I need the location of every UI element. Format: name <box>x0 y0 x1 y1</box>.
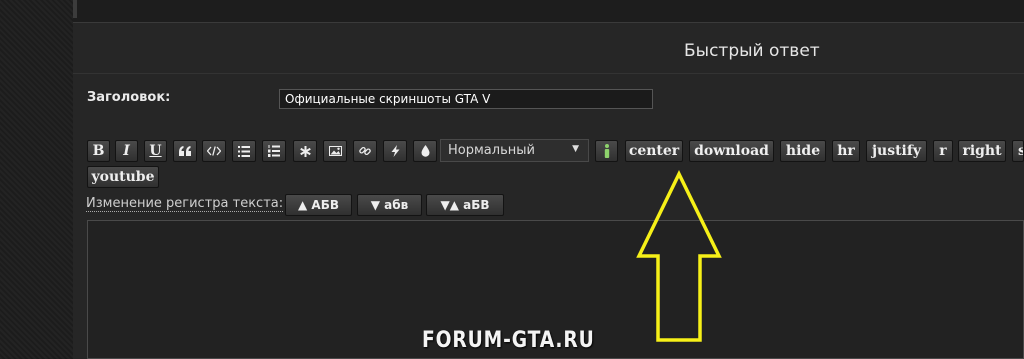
top-bar <box>73 0 1024 22</box>
uppercase-button[interactable]: ▲ АБВ <box>285 194 352 216</box>
youtube-button[interactable]: youtube <box>87 166 159 188</box>
image-button[interactable] <box>323 140 347 162</box>
flash-button[interactable] <box>383 140 407 162</box>
download-button[interactable]: download <box>689 140 774 162</box>
center-button[interactable]: center <box>625 140 683 162</box>
underline-button[interactable]: U <box>144 140 167 162</box>
s-button[interactable]: s <box>1012 140 1024 162</box>
hr-button[interactable]: hr <box>832 140 860 162</box>
bullet-list-button[interactable] <box>232 140 256 162</box>
font-size-select[interactable]: Нормальный ▼ <box>440 139 589 162</box>
case-change-label: Изменение регистра текста: <box>86 196 284 212</box>
numbered-list-icon <box>268 145 280 157</box>
info-icon <box>604 144 609 158</box>
page-background-strip <box>0 0 73 359</box>
asterisk-icon <box>299 145 311 157</box>
color-button[interactable] <box>413 140 437 162</box>
top-bar-tick <box>73 0 77 18</box>
invert-case-button[interactable]: ▼▲ аБВ <box>426 194 504 216</box>
link-icon <box>359 146 371 156</box>
link-button[interactable] <box>353 140 377 162</box>
quote-button[interactable] <box>173 140 197 162</box>
info-button[interactable] <box>595 140 618 162</box>
top-divider <box>73 22 1024 23</box>
yellow-arrow-annotation <box>636 170 722 342</box>
lowercase-button[interactable]: ▼ абв <box>357 194 422 216</box>
quick-reply-panel: Быстрый ответ Заголовок: B I U Нормальны… <box>73 0 1024 359</box>
r-button[interactable]: r <box>933 140 953 162</box>
subject-label: Заголовок: <box>87 90 171 105</box>
quick-reply-title: Быстрый ответ <box>684 41 820 61</box>
bold-icon: B <box>92 143 105 159</box>
justify-button[interactable]: justify <box>866 140 927 162</box>
numbered-list-button[interactable] <box>262 140 286 162</box>
bold-button[interactable]: B <box>87 140 110 162</box>
image-icon <box>328 146 342 156</box>
droplet-icon <box>421 145 429 157</box>
italic-icon: I <box>123 143 130 159</box>
list-item-button[interactable] <box>293 140 317 162</box>
font-size-value: Нормальный <box>448 143 535 158</box>
subject-input[interactable] <box>279 89 653 109</box>
watermark-text: FORUM-GTA.RU <box>422 328 595 353</box>
hide-button[interactable]: hide <box>780 140 826 162</box>
code-button[interactable] <box>202 140 226 162</box>
quote-icon <box>179 146 191 156</box>
code-icon <box>207 146 221 156</box>
bullet-list-icon <box>238 145 250 157</box>
dropdown-arrow-icon: ▼ <box>572 144 579 154</box>
title-divider <box>73 73 1024 74</box>
right-button[interactable]: right <box>958 140 1006 162</box>
lightning-icon <box>391 145 399 157</box>
underline-icon: U <box>149 143 162 159</box>
italic-button[interactable]: I <box>115 140 138 162</box>
